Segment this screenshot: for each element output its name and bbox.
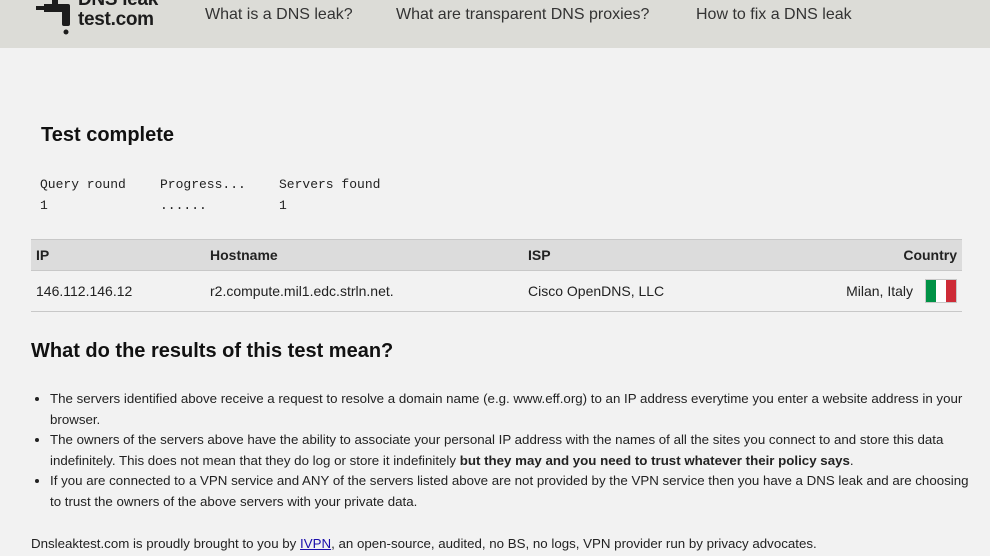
bullet-2-end: . xyxy=(849,452,854,468)
results-table: IP Hostname ISP Country 146.112.146.12 r… xyxy=(31,239,962,312)
logo-text: DNS leak test.com xyxy=(78,0,158,30)
footer-prefix: Dnsleaktest.com is proudly brought to yo… xyxy=(31,536,301,551)
country-wrapper: Milan, Italy xyxy=(846,279,957,303)
faucet-icon xyxy=(36,0,70,35)
explanation-list: The servers identified above receive a r… xyxy=(31,389,980,513)
flag-stripe-green xyxy=(926,280,936,302)
nav-link-how-to-fix[interactable]: How to fix a DNS leak xyxy=(696,6,852,24)
italy-flag-icon xyxy=(925,279,957,303)
nav-link-what-is-dns-leak[interactable]: What is a DNS leak? xyxy=(205,6,353,24)
nav-link-transparent-dns-proxies[interactable]: What are transparent DNS proxies? xyxy=(396,6,649,24)
flag-stripe-white xyxy=(936,280,946,302)
column-header-isp: ISP xyxy=(523,239,763,271)
bullet-3-text: If you are connected to a VPN service an… xyxy=(50,473,969,509)
list-item: The owners of the servers above have the… xyxy=(50,430,980,471)
progress-column: Progress... ...... xyxy=(160,177,246,219)
cell-country: Milan, Italy xyxy=(763,270,962,312)
ivpn-link[interactable]: IVPN xyxy=(300,536,331,551)
explanation-title: What do the results of this test mean? xyxy=(31,340,394,362)
table-header-row: IP Hostname ISP Country xyxy=(31,239,962,271)
bullet-2-bold: but they may and you need to trust whate… xyxy=(459,452,850,468)
site-logo[interactable]: DNS leak test.com xyxy=(36,0,176,42)
progress-value: ...... xyxy=(160,198,207,213)
logo-line-2: test.com xyxy=(78,9,154,30)
progress-label: Progress... xyxy=(160,177,246,192)
list-item: If you are connected to a VPN service an… xyxy=(50,471,980,512)
footer-suffix: , an open-source, audited, no BS, no log… xyxy=(331,536,817,551)
query-round-label: Query round xyxy=(40,177,126,192)
site-header: DNS leak test.com What is a DNS leak? Wh… xyxy=(0,0,990,48)
servers-found-label: Servers found xyxy=(279,177,381,192)
cell-ip: 146.112.146.12 xyxy=(31,270,205,312)
footer-note: Dnsleaktest.com is proudly brought to yo… xyxy=(31,536,817,551)
flag-stripe-red xyxy=(946,280,956,302)
cell-hostname: r2.compute.mil1.edc.strln.net. xyxy=(205,270,523,312)
test-status-title: Test complete xyxy=(41,124,174,146)
query-round-value: 1 xyxy=(40,198,48,213)
column-header-ip: IP xyxy=(31,239,205,271)
servers-found-value: 1 xyxy=(279,198,287,213)
column-header-hostname: Hostname xyxy=(205,239,523,271)
query-round-column: Query round 1 xyxy=(40,177,126,219)
table-row: 146.112.146.12 r2.compute.mil1.edc.strln… xyxy=(31,270,962,312)
servers-found-column: Servers found 1 xyxy=(279,177,380,219)
column-header-country: Country xyxy=(763,239,962,271)
country-name: Milan, Italy xyxy=(846,283,913,299)
bullet-1-text: The servers identified above receive a r… xyxy=(50,391,963,427)
list-item: The servers identified above receive a r… xyxy=(50,389,980,430)
cell-isp: Cisco OpenDNS, LLC xyxy=(523,270,763,312)
